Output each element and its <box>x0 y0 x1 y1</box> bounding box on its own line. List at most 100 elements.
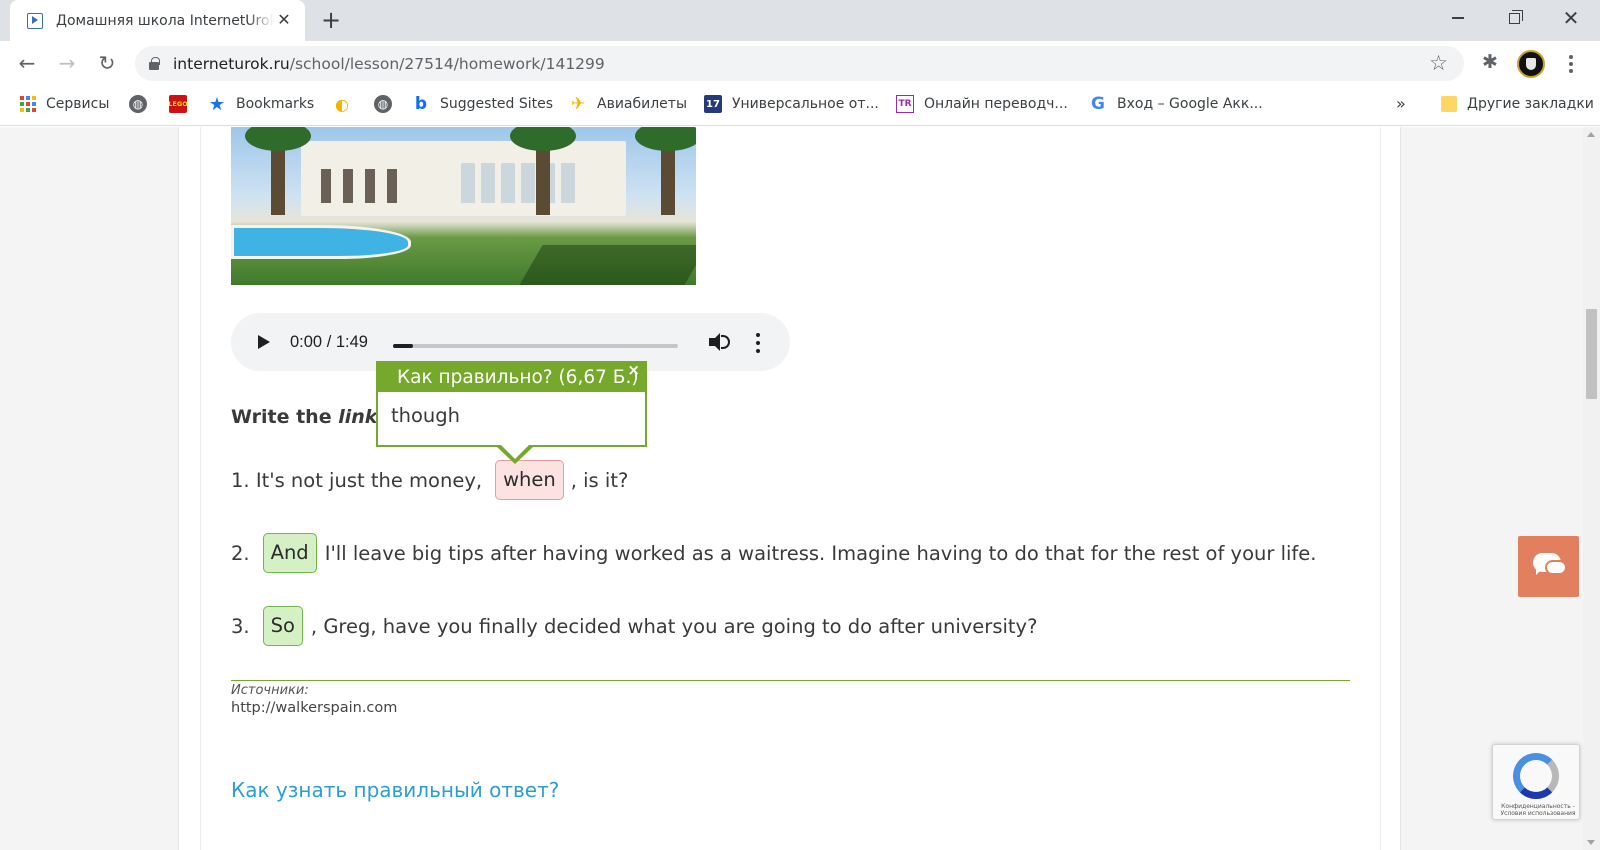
bookmark-star-icon[interactable]: ☆ <box>1429 52 1448 74</box>
globe-icon: ◍ <box>129 95 147 113</box>
bookmark-label: Другие закладки <box>1467 96 1594 112</box>
bookmark-label: Вход – Google Акк... <box>1117 96 1263 112</box>
bookmark-aviabilety[interactable]: ✈ Авиабилеты <box>569 86 687 122</box>
recaptcha-logo-icon <box>1513 753 1559 799</box>
scroll-down-icon[interactable] <box>1587 840 1595 845</box>
sources-url: http://walkerspain.com <box>231 700 398 716</box>
scroll-up-icon[interactable] <box>1587 132 1595 137</box>
question-3: 3. So , Greg, have you finally decided w… <box>231 606 1037 646</box>
bookmark-label: Онлайн переводч... <box>924 96 1068 112</box>
question-text-after: , is it? <box>570 468 629 492</box>
audio-time: 0:00 / 1:49 <box>290 333 368 351</box>
bookmark-label: Suggested Sites <box>440 96 554 112</box>
bookmark-universal[interactable]: 17 Универсальное от... <box>704 86 879 122</box>
arrow-right-icon: → <box>58 51 76 75</box>
browser-tab-active[interactable]: Домашняя школа InternetUrok.ru ✕ <box>10 0 305 41</box>
page-scrollbar[interactable] <box>1583 127 1600 850</box>
bookmarks-overflow-button[interactable]: » <box>1396 94 1406 113</box>
popup-close-icon[interactable]: × <box>627 361 640 379</box>
browser-menu-icon[interactable] <box>1563 53 1579 75</box>
audio-progress <box>393 344 413 348</box>
bookmark-other[interactable]: Другие закладки <box>1441 86 1594 122</box>
lock-icon[interactable] <box>149 57 160 70</box>
plane-icon: ✈ <box>570 94 586 114</box>
palm-tree <box>510 127 576 215</box>
tab-title: Домашняя школа InternetUrok.ru <box>56 12 274 29</box>
question-1: 1. It's not just the money, when , is it… <box>231 460 628 500</box>
profile-avatar[interactable] <box>1517 50 1545 78</box>
bookmark-globe-1[interactable]: ◍ <box>129 86 157 122</box>
bookmark-lego[interactable]: LEGO <box>168 86 197 122</box>
bookmark-suggested-sites[interactable]: b Suggested Sites <box>412 86 553 122</box>
exercise-instruction: Write the linker <box>231 406 399 428</box>
palm-tree <box>245 127 311 215</box>
extensions-puzzle-icon[interactable]: ✱ <box>1479 51 1501 73</box>
answer-field-wrong[interactable]: when <box>495 460 564 500</box>
question-number: 2. <box>231 541 250 565</box>
tab-strip: Домашняя школа InternetUrok.ru ✕ + ✕ <box>0 0 1600 41</box>
window-close-button[interactable]: ✕ <box>1543 0 1599 36</box>
forward-button[interactable]: → <box>51 47 83 79</box>
window-restore-button[interactable] <box>1486 0 1542 36</box>
recaptcha-terms[interactable]: Конфиденциальность - Условия использован… <box>1499 803 1577 817</box>
window-minimize-button[interactable] <box>1430 0 1486 36</box>
translate-icon: TR <box>896 95 914 113</box>
answer-field-correct[interactable]: And <box>262 533 317 573</box>
audio-more-icon[interactable] <box>755 333 761 353</box>
bookmark-services[interactable]: Сервисы <box>20 86 109 122</box>
correct-answer-popup: Как правильно? (6,67 Б.) × though <box>376 361 647 464</box>
bing-icon: b <box>414 94 428 114</box>
villa-photo <box>231 127 696 285</box>
answer-field-correct[interactable]: So <box>262 606 303 646</box>
new-tab-button[interactable]: + <box>318 8 344 34</box>
bookmark-google-login[interactable]: G Вход – Google Акк... <box>1089 86 1263 122</box>
instruction-text: Write the <box>231 406 339 428</box>
url-path: /school/lesson/27514/homework/141299 <box>289 54 605 73</box>
star-icon: ★ <box>208 93 226 115</box>
url-text[interactable]: interneturok.ru/school/lesson/27514/home… <box>173 55 605 73</box>
question-text-after: , Greg, have you finally decided what yo… <box>310 614 1038 638</box>
bookmarks-bar: Сервисы ◍ LEGO ★ Bookmarks ◐ ◍ b Suggest… <box>0 86 1600 126</box>
bookmark-label: Универсальное от... <box>732 96 879 112</box>
chat-bubble-icon-back <box>1545 560 1567 575</box>
bookmark-globe-2[interactable]: ◍ <box>374 86 402 122</box>
page-viewport: 0:00 / 1:49 Write the linker 1. It's not… <box>0 127 1583 850</box>
reload-icon: ↻ <box>98 51 116 75</box>
bookmark-app[interactable]: ◐ <box>333 86 361 122</box>
audio-seek-bar[interactable] <box>393 344 678 348</box>
card-border-right <box>1380 127 1381 850</box>
bookmark-bookmarks[interactable]: ★ Bookmarks <box>208 86 314 122</box>
globe-icon: ◍ <box>374 95 392 113</box>
scroll-thumb[interactable] <box>1586 309 1597 399</box>
how-to-know-answer-link[interactable]: Как узнать правильный ответ? <box>231 778 559 802</box>
bookmark-translator[interactable]: TR Онлайн переводч... <box>896 86 1068 122</box>
popup-title: Как правильно? (6,67 Б.) <box>378 363 645 392</box>
question-number: 1. <box>231 468 250 492</box>
folder-icon <box>1441 96 1457 112</box>
tab-close-icon[interactable]: ✕ <box>275 11 293 29</box>
url-host: interneturok.ru <box>173 54 290 73</box>
pool-shape <box>231 225 411 259</box>
sources-divider <box>231 680 1350 681</box>
reload-button[interactable]: ↻ <box>91 47 123 79</box>
recaptcha-badge[interactable]: Конфиденциальность - Условия использован… <box>1492 744 1580 820</box>
palm-tree <box>635 127 696 215</box>
arrow-left-icon: ← <box>18 51 36 75</box>
back-button[interactable]: ← <box>11 47 43 79</box>
apps-icon <box>20 96 36 112</box>
popup-pointer <box>496 443 534 464</box>
bookmark-label: Сервисы <box>46 96 110 112</box>
play-icon[interactable] <box>258 335 270 349</box>
question-number: 3. <box>231 614 250 638</box>
volume-icon[interactable] <box>709 332 731 352</box>
address-bar[interactable]: interneturok.ru/school/lesson/27514/home… <box>135 46 1464 81</box>
bookmark-label: Авиабилеты <box>597 96 688 112</box>
restore-icon <box>1508 9 1523 24</box>
chat-button[interactable] <box>1518 536 1579 597</box>
sources-label: Источники: <box>231 683 309 698</box>
card-border-left <box>200 127 201 850</box>
17-icon: 17 <box>704 95 722 113</box>
app-icon: ◐ <box>335 94 349 114</box>
browser-toolbar: ← → ↻ interneturok.ru/school/lesson/2751… <box>0 41 1600 86</box>
lego-icon: LEGO <box>168 95 188 113</box>
